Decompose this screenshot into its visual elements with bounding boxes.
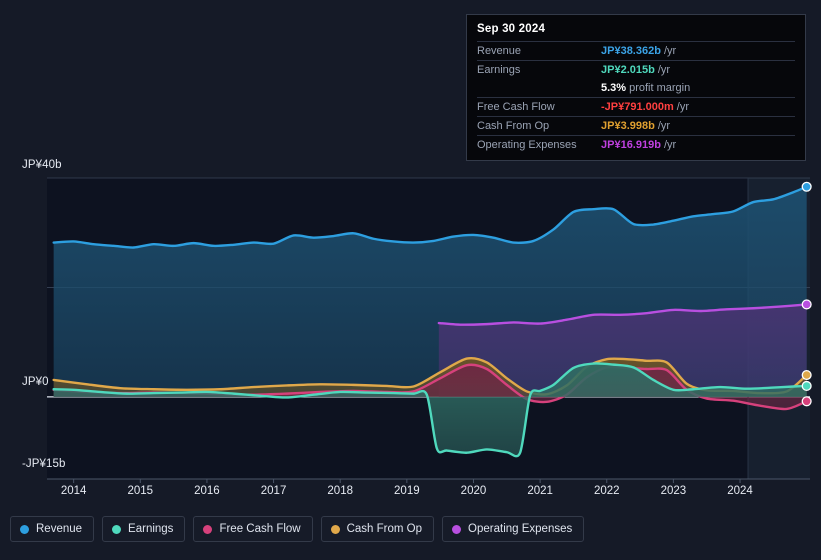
tooltip-row: Free Cash Flow -JP¥791.000m/yr xyxy=(477,97,795,116)
x-axis-tick-label: 2019 xyxy=(394,485,420,497)
y-axis-tick-label: JP¥0 xyxy=(22,376,49,388)
tooltip-row-unit: /yr xyxy=(657,64,671,76)
tooltip-row-unit: /yr xyxy=(663,139,677,151)
legend-item-label: Operating Expenses xyxy=(468,523,573,535)
legend-color-dot-icon xyxy=(112,524,122,534)
tooltip-row-unit: /yr xyxy=(663,45,677,57)
tooltip-date: Sep 30 2024 xyxy=(477,23,546,35)
x-axis-tick-label: 2017 xyxy=(260,485,287,497)
legend-item-label: Free Cash Flow xyxy=(219,523,301,535)
legend-item-earnings[interactable]: Earnings xyxy=(102,516,186,542)
tooltip-row-value: JP¥3.998b xyxy=(601,120,655,132)
legend-color-dot-icon xyxy=(330,524,340,534)
x-axis-tick-label: 2021 xyxy=(527,485,553,497)
x-axis-tick-label: 2015 xyxy=(127,485,154,497)
tooltip-row: Cash From Op JP¥3.998b/yr xyxy=(477,116,795,135)
legend-item-operating-expenses[interactable]: Operating Expenses xyxy=(442,516,585,542)
y-axis-tick-label: -JP¥15b xyxy=(22,458,66,470)
endpoint-marker xyxy=(801,396,812,407)
endpoint-marker xyxy=(801,380,812,392)
x-axis-tick-label: 2024 xyxy=(727,485,753,497)
x-axis-tick-label: 2022 xyxy=(593,485,620,497)
tooltip-row-label: Free Cash Flow xyxy=(477,101,555,113)
chart-page: JP¥40b JP¥0 -JP¥15b 2014 2015 2016 2017 2018 20… xyxy=(0,0,821,560)
tooltip-row: Earnings JP¥2.015b/yr xyxy=(477,60,795,79)
legend-item-revenue[interactable]: Revenue xyxy=(10,516,95,542)
legend-color-dot-icon xyxy=(203,524,213,534)
y-axis-tick-label: JP¥40b xyxy=(22,159,62,171)
tooltip-row-label: Cash From Op xyxy=(477,120,550,132)
x-axis-tick-label: 2014 xyxy=(60,485,87,497)
tooltip-row-unit: /yr xyxy=(676,101,690,113)
tooltip-row: Revenue JP¥38.362b/yr xyxy=(477,41,795,60)
legend-item-label: Revenue xyxy=(36,523,83,535)
tooltip-row: Operating Expenses JP¥16.919b/yr xyxy=(477,135,795,154)
tooltip-row-value: JP¥2.015b xyxy=(601,64,655,76)
tooltip-row-value: JP¥16.919b xyxy=(601,139,661,151)
tooltip-row-value: 5.3% xyxy=(601,82,627,94)
legend-item-label: Earnings xyxy=(128,523,174,535)
tooltip-row-value: -JP¥791.000m xyxy=(601,101,674,113)
tooltip-row-label: Operating Expenses xyxy=(477,139,577,151)
endpoint-marker xyxy=(801,369,812,381)
x-axis-tick-label: 2016 xyxy=(194,485,220,497)
legend-item-cash-from-op[interactable]: Cash From Op xyxy=(320,516,435,542)
tooltip-row-unit: profit margin xyxy=(629,82,691,94)
x-axis-tick-label: 2023 xyxy=(660,485,687,497)
tooltip-row-value: JP¥38.362b xyxy=(601,45,661,57)
legend-item-label: Cash From Op xyxy=(346,523,423,535)
tooltip-row-unit: /yr xyxy=(657,120,671,132)
tooltip-rows: Revenue JP¥38.362b/yr Earnings JP¥2.015b/yr… xyxy=(477,41,795,154)
x-axis-tick-label: 2018 xyxy=(327,485,353,497)
chart-legend: Revenue Earnings Free Cash Flow Cash From O… xyxy=(10,516,585,542)
tooltip-row-label: Revenue xyxy=(477,45,522,57)
legend-color-dot-icon xyxy=(452,524,462,534)
data-tooltip: Sep 30 2024 Revenue JP¥38.362b/yr Earnings… xyxy=(466,14,806,161)
x-axis-tick-label: 2020 xyxy=(460,485,487,497)
legend-item-free-cash-flow[interactable]: Free Cash Flow xyxy=(193,516,313,542)
legend-color-dot-icon xyxy=(20,524,29,534)
tooltip-row-label: Earnings xyxy=(477,64,521,76)
endpoint-marker xyxy=(801,181,812,192)
endpoint-marker xyxy=(801,299,812,310)
tooltip-row: 5.3% profit margin xyxy=(477,79,795,97)
